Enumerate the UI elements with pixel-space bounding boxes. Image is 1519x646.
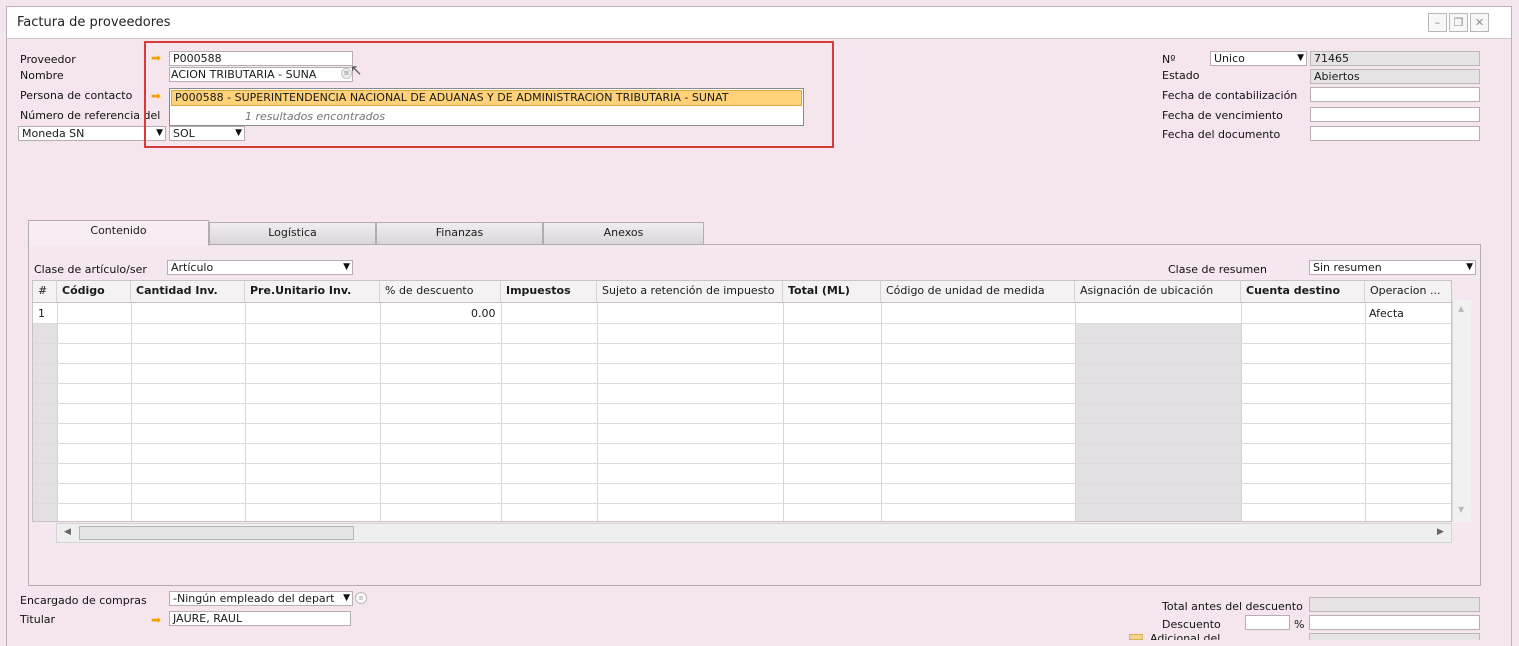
row1-descuento[interactable]: 0.00 — [471, 307, 496, 320]
col-header-codigo[interactable]: Código — [57, 281, 131, 303]
clase-resumen-select[interactable]: Sin resumen ▼ — [1309, 260, 1476, 275]
fecha-contabilizacion-field[interactable] — [1310, 87, 1480, 102]
titular-field[interactable]: JAURE, RAUL — [169, 611, 351, 626]
expand-toggle-icon[interactable] — [1129, 634, 1143, 640]
serie-value: Unico — [1214, 52, 1245, 65]
annotation-highlight-box — [144, 41, 834, 148]
table-vertical-scrollbar[interactable]: ▲ ▼ — [1452, 300, 1471, 522]
minimize-icon[interactable]: – — [1428, 13, 1447, 32]
tab-contenido[interactable]: Contenido — [28, 220, 209, 246]
clase-articulo-value: Artículo — [171, 261, 214, 274]
moneda-sn-label: Moneda SN — [22, 127, 85, 140]
descuento-percent-field[interactable] — [1245, 615, 1290, 630]
col-header-unidad[interactable]: Código de unidad de medida — [881, 281, 1075, 303]
estado-field: Abiertos — [1310, 69, 1480, 84]
chevron-down-icon: ▼ — [343, 262, 350, 272]
close-icon[interactable]: ✕ — [1470, 13, 1489, 32]
link-arrow-icon[interactable]: ➡ — [151, 614, 166, 626]
col-header-precio[interactable]: Pre.Unitario Inv. — [245, 281, 380, 303]
encargado-value: -Ningún empleado del depart — [173, 592, 335, 605]
clase-articulo-select[interactable]: Artículo ▼ — [167, 260, 353, 275]
numero-field: 71465 — [1310, 51, 1480, 66]
descuento-amount-field[interactable] — [1309, 615, 1480, 630]
chevron-down-icon: ▼ — [1466, 262, 1473, 272]
titular-label: Titular — [20, 613, 56, 626]
col-header-retencion[interactable]: Sujeto a retención de impuesto — [597, 281, 783, 303]
col-header-descuento[interactable]: % de descuento — [380, 281, 501, 303]
fecha-documento-label: Fecha del documento — [1162, 128, 1281, 141]
estado-label: Estado — [1162, 69, 1200, 82]
tab-finanzas[interactable]: Finanzas — [376, 222, 543, 244]
col-header-cuenta[interactable]: Cuenta destino — [1241, 281, 1365, 303]
encargado-label: Encargado de compras — [20, 594, 147, 607]
encargado-select[interactable]: -Ningún empleado del depart ▼ — [169, 591, 353, 606]
scroll-left-icon[interactable]: ◀ — [64, 527, 71, 537]
row1-number-bg — [33, 303, 57, 323]
clase-articulo-label: Clase de artículo/ser — [34, 263, 147, 276]
chevron-down-icon: ▼ — [343, 593, 350, 603]
row1-number: 1 — [38, 307, 45, 320]
fecha-documento-field[interactable] — [1310, 126, 1480, 141]
fecha-vencimiento-label: Fecha de vencimiento — [1162, 109, 1283, 122]
row-number-column — [33, 303, 57, 521]
total-antes-descuento-label: Total antes del descuento — [1162, 600, 1303, 613]
maximize-icon[interactable]: ❐ — [1449, 13, 1468, 32]
col-header-impuestos[interactable]: Impuestos — [501, 281, 597, 303]
scroll-thumb[interactable] — [79, 526, 354, 540]
percent-sign: % — [1294, 618, 1305, 631]
col-header-num[interactable]: # — [33, 281, 57, 303]
window-title: Factura de proveedores — [17, 15, 171, 30]
fecha-vencimiento-field[interactable] — [1310, 107, 1480, 122]
fecha-contabilizacion-label: Fecha de contabilización — [1162, 89, 1298, 102]
items-table: # Código Cantidad Inv. Pre.Unitario Inv.… — [32, 280, 1452, 522]
adicional-field — [1309, 633, 1480, 640]
chevron-down-icon: ▼ — [1297, 53, 1304, 63]
row1-operacion[interactable]: Afecta — [1369, 307, 1404, 320]
clase-resumen-value: Sin resumen — [1313, 261, 1382, 274]
adicional-label: Adicional del... — [1150, 634, 1231, 640]
proveedor-label: Proveedor — [20, 53, 76, 66]
col-header-total[interactable]: Total (ML) — [783, 281, 881, 303]
list-icon[interactable]: ≡ — [355, 592, 367, 604]
col-header-ubicacion[interactable]: Asignación de ubicación — [1075, 281, 1241, 303]
numero-label: Nº — [1162, 53, 1176, 66]
title-bar: Factura de proveedores – ❐ ✕ — [7, 7, 1511, 39]
referencia-label: Número de referencia del — [20, 109, 161, 122]
contacto-label: Persona de contacto — [20, 89, 133, 102]
tab-anexos[interactable]: Anexos — [543, 222, 704, 244]
table-horizontal-scrollbar[interactable]: ◀ ▶ — [56, 523, 1452, 543]
descuento-label: Descuento — [1162, 618, 1221, 631]
col-header-cantidad[interactable]: Cantidad Inv. — [131, 281, 245, 303]
nombre-label: Nombre — [20, 69, 64, 82]
col-header-operacion[interactable]: Operacion ... — [1365, 281, 1451, 303]
scroll-down-icon[interactable]: ▼ — [1458, 505, 1464, 514]
scroll-right-icon[interactable]: ▶ — [1437, 527, 1444, 537]
total-antes-descuento-field — [1309, 597, 1480, 612]
clase-resumen-label: Clase de resumen — [1168, 263, 1267, 276]
tab-logistica[interactable]: Logística — [209, 222, 376, 244]
scroll-up-icon[interactable]: ▲ — [1458, 304, 1464, 313]
serie-select[interactable]: Unico ▼ — [1210, 51, 1307, 66]
